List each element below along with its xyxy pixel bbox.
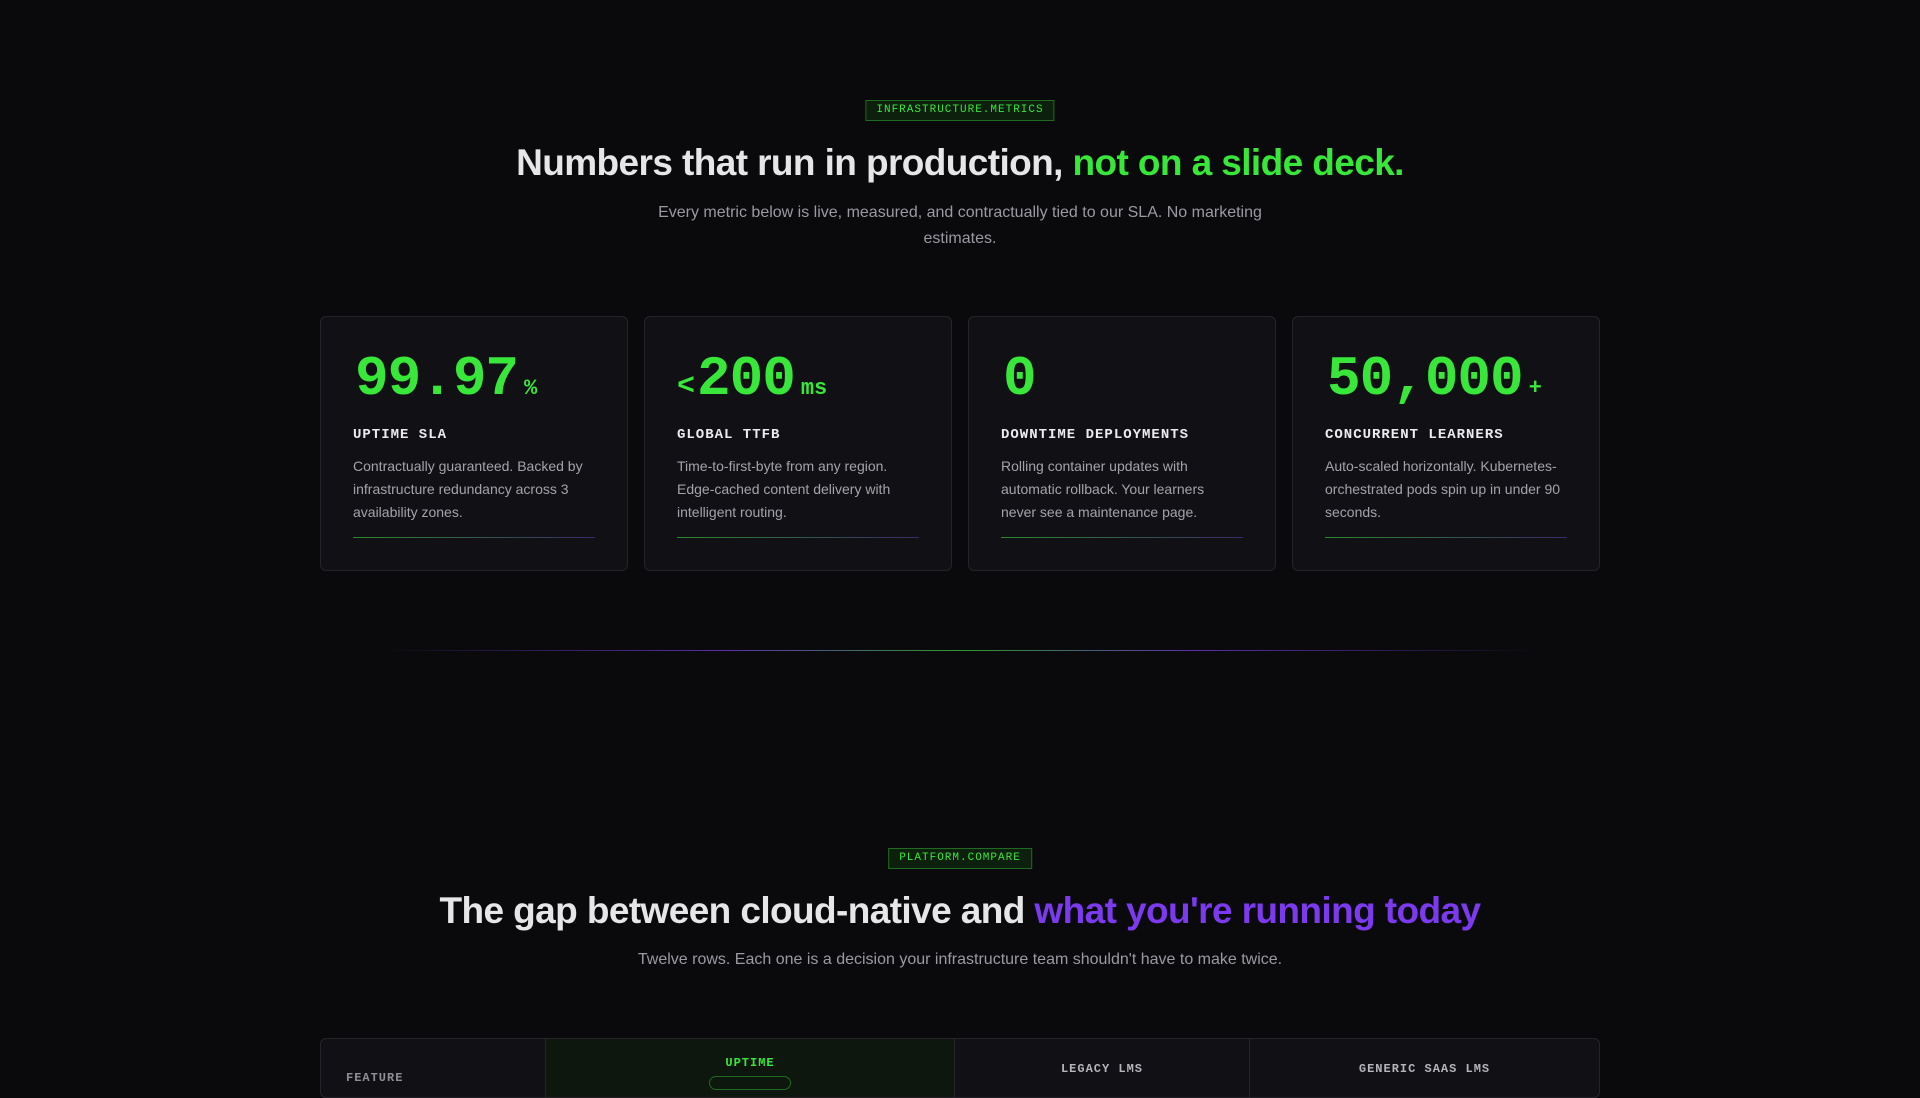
metrics-headline: Numbers that run in production, not on a… [0,142,1920,184]
column-header-label: FEATURE [346,1071,404,1085]
metric-description: Contractually guaranteed. Backed by infr… [353,458,583,520]
metrics-section-tag: INFRASTRUCTURE.METRICS [865,100,1055,121]
column-header-generic: GENERIC SAAS LMS [1250,1039,1599,1097]
metric-value: 0 [1003,347,1037,411]
metric-label: CONCURRENT LEARNERS [1325,427,1504,443]
column-header-label: GENERIC SAAS LMS [1358,1062,1491,1076]
column-header-label: LEGACY LMS [1060,1062,1143,1076]
metric-suffix: % [524,376,538,401]
metric-description: Rolling container updates with automatic… [1001,458,1205,520]
compare-subcopy: Twelve rows. Each one is a decision your… [637,951,1283,968]
column-header-legacy: LEGACY LMS [955,1039,1250,1097]
compare-headline-accent: what you're running today [1034,890,1481,931]
metrics-headline-accent: not on a slide deck. [1072,142,1405,183]
metric-value: 99.97 [355,347,519,411]
comparison-table: FEATURE UPTIME LEGACY LMS GENERIC SAAS L… [320,1038,1600,1098]
column-header-label: UPTIME [725,1056,775,1070]
metric-description: Auto-scaled horizontally. Kubernetes-orc… [1325,458,1561,520]
metric-cards: 99.97 % UPTIME SLA Contractually guarant… [320,316,1600,571]
metric-suffix: + [1528,376,1542,401]
card-divider [677,537,919,538]
card-divider [353,537,595,538]
metric-card-deployments: 0 DOWNTIME DEPLOYMENTS Rolling container… [968,316,1276,571]
metric-label: DOWNTIME DEPLOYMENTS [1001,427,1190,443]
metric-value: 200 [697,347,796,411]
metric-prefix: < [677,370,696,404]
metric-card-ttfb: < 200 ms GLOBAL TTFB Time-to-first-byte … [644,316,952,571]
compare-section-tag: PLATFORM.COMPARE [888,848,1032,869]
metric-value-group: < 200 ms [677,347,919,411]
metric-card-learners: 50,000 + CONCURRENT LEARNERS Auto-scaled… [1292,316,1600,571]
metric-label: UPTIME SLA [353,427,448,443]
metric-card-uptime: 99.97 % UPTIME SLA Contractually guarant… [320,316,628,571]
metric-suffix: ms [800,376,828,401]
compare-headline: The gap between cloud-native and what yo… [0,890,1920,932]
metric-value-group: 99.97 % [353,347,595,411]
compare-headline-main: The gap between cloud-native and [439,890,1026,931]
recommended-badge [709,1076,791,1090]
card-divider [1325,537,1567,538]
metric-value: 50,000 [1327,347,1524,411]
metric-description: Time-to-first-byte from any region. Edge… [677,458,891,520]
metrics-headline-main: Numbers that run in production, [516,142,1063,183]
metric-label: GLOBAL TTFB [677,427,781,443]
column-header-uptime: UPTIME [546,1039,955,1097]
section-divider [380,650,1540,651]
card-divider [1001,537,1243,538]
column-header-feature: FEATURE [321,1039,546,1097]
metrics-subcopy: Every metric below is live, measured, an… [658,204,1262,247]
metric-value-group: 50,000 + [1325,347,1567,411]
metric-value-group: 0 [1001,347,1243,411]
